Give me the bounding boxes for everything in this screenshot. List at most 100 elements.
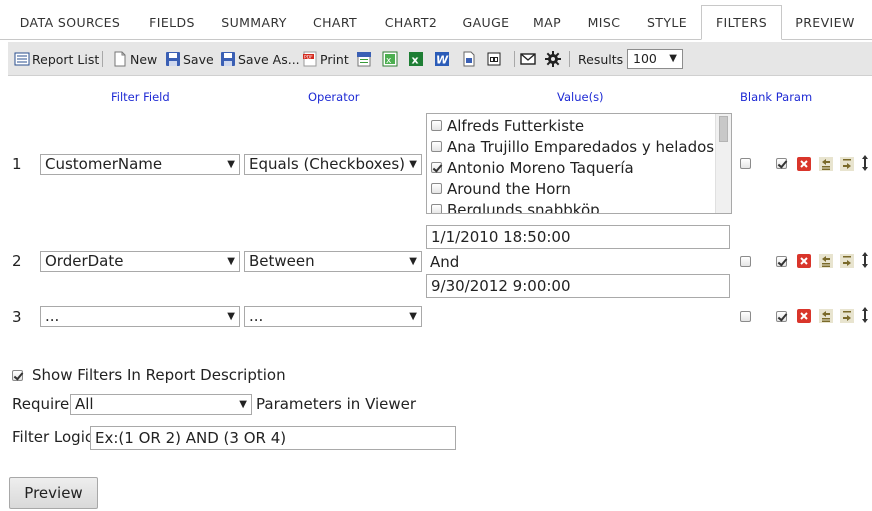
save-as-label: Save As... [238, 51, 300, 67]
list-item[interactable]: Ana Trujillo Emparedados y helados [431, 136, 714, 157]
tab-preview[interactable]: PREVIEW [785, 6, 865, 39]
new-label: New [130, 51, 158, 67]
delete-icon[interactable] [797, 253, 811, 268]
tab-filters[interactable]: FILTERS [701, 5, 782, 40]
tab-fields[interactable]: FIELDS [138, 6, 206, 39]
csv-export-icon: x [382, 51, 398, 67]
tab-gauge[interactable]: GAUGE [454, 6, 518, 39]
export-word-button[interactable]: W [434, 50, 452, 68]
save-label: Save [183, 51, 214, 67]
header-values: Value(s) [557, 90, 604, 104]
end-value-input[interactable]: 9/30/2012 9:00:00 [426, 274, 730, 298]
save-icon [165, 51, 181, 67]
operator-select[interactable]: ... ▼ [244, 306, 422, 327]
require-select[interactable]: All ▼ [70, 394, 252, 415]
move-up-icon[interactable] [819, 253, 833, 268]
export-html-button[interactable] [356, 50, 374, 68]
filter-field-value: ... [45, 307, 60, 325]
enabled-checkbox[interactable] [776, 311, 787, 322]
header-blank-param: Blank Param [740, 90, 813, 104]
save-as-icon [220, 51, 236, 67]
drag-handle-icon[interactable] [860, 306, 870, 324]
list-item[interactable]: Alfreds Futterkiste [431, 115, 584, 136]
tab-misc[interactable]: MISC [578, 6, 630, 39]
move-down-icon[interactable] [840, 308, 854, 323]
email-button[interactable] [520, 50, 538, 68]
checkbox[interactable] [431, 162, 442, 173]
document-export-icon [461, 51, 477, 67]
settings-button[interactable] [545, 50, 563, 68]
tab-map[interactable]: MAP [524, 6, 570, 39]
tab-summary[interactable]: SUMMARY [213, 6, 295, 39]
new-button[interactable]: New [112, 50, 157, 68]
list-item[interactable]: Berglunds snabbköp [431, 199, 600, 214]
tab-chart2[interactable]: CHART2 [374, 6, 448, 39]
chevron-down-icon: ▼ [225, 252, 235, 271]
export-xml-button[interactable] [461, 50, 479, 68]
enabled-checkbox[interactable] [776, 158, 787, 169]
delete-icon[interactable] [797, 156, 811, 171]
filter-field-select[interactable]: CustomerName ▼ [40, 154, 240, 175]
list-item-label: Berglunds snabbköp [447, 200, 600, 214]
operator-select[interactable]: Equals (Checkboxes) ▼ [244, 154, 422, 175]
enabled-checkbox[interactable] [776, 256, 787, 267]
move-up-icon[interactable] [819, 156, 833, 171]
filter-logic-input[interactable]: Ex:(1 OR 2) AND (3 OR 4) [90, 426, 456, 450]
chevron-down-icon: ▼ [407, 252, 417, 271]
list-item-label: Antonio Moreno Taquería [447, 158, 634, 177]
value-checkbox-list[interactable]: Alfreds Futterkiste Ana Trujillo Empared… [426, 113, 732, 214]
filter-row-number: 3 [12, 308, 22, 326]
export-csv-button[interactable]: x [382, 50, 400, 68]
scrollbar-thumb[interactable] [719, 116, 728, 142]
toolbar: Report List New Save Save As... PDF Prin… [8, 42, 872, 76]
require-suffix: Parameters in Viewer [256, 395, 417, 413]
filter-field-select[interactable]: OrderDate ▼ [40, 251, 240, 272]
show-filters-label: Show Filters In Report Description [32, 366, 286, 384]
chevron-down-icon: ▼ [237, 395, 247, 414]
move-up-icon[interactable] [819, 308, 833, 323]
tab-chart[interactable]: CHART [304, 6, 366, 39]
list-item-label: Alfreds Futterkiste [447, 116, 585, 135]
header-operator: Operator [308, 90, 360, 104]
blank-param-checkbox[interactable] [740, 158, 751, 169]
chevron-down-icon: ▼ [407, 307, 417, 326]
show-filters-checkbox[interactable] [12, 370, 23, 381]
operator-select[interactable]: Between ▼ [244, 251, 422, 272]
toolbar-divider [569, 51, 570, 67]
export-excel-button[interactable]: x [408, 50, 426, 68]
word-icon: W [434, 51, 450, 67]
filter-field-select[interactable]: ... ▼ [40, 306, 240, 327]
chevron-down-icon: ▼ [225, 307, 235, 326]
list-item[interactable]: Around the Horn [431, 178, 571, 199]
move-down-icon[interactable] [840, 156, 854, 171]
print-button[interactable]: PDF Print [302, 50, 349, 68]
drag-handle-icon[interactable] [860, 154, 870, 172]
start-value-input[interactable]: 1/1/2010 18:50:00 [426, 225, 730, 249]
blank-param-checkbox[interactable] [740, 311, 751, 322]
move-down-icon[interactable] [840, 253, 854, 268]
gear-icon [545, 51, 561, 67]
header-filter-field: Filter Field [111, 90, 170, 104]
save-button[interactable]: Save [165, 50, 214, 68]
scrollbar[interactable] [715, 114, 731, 213]
preview-button[interactable]: Preview [9, 477, 98, 509]
blank-param-checkbox[interactable] [740, 256, 751, 267]
export-text-button[interactable] [486, 50, 504, 68]
list-item-label: Ana Trujillo Emparedados y helados [447, 137, 715, 156]
list-item[interactable]: Antonio Moreno Taquería [431, 157, 634, 178]
checkbox[interactable] [431, 183, 442, 194]
checkbox[interactable] [431, 141, 442, 152]
save-as-button[interactable]: Save As... [220, 50, 300, 68]
chevron-down-icon: ▼ [669, 53, 677, 64]
report-list-button[interactable]: Report List [14, 50, 99, 68]
tab-style[interactable]: STYLE [637, 6, 697, 39]
delete-icon[interactable] [797, 308, 811, 323]
checkbox[interactable] [431, 204, 442, 213]
results-select[interactable]: 100 ▼ [627, 49, 683, 69]
tab-data-sources[interactable]: DATA SOURCES [11, 6, 129, 39]
checkbox[interactable] [431, 120, 442, 131]
drag-handle-icon[interactable] [860, 251, 870, 269]
report-list-label: Report List [32, 51, 100, 67]
pdf-print-icon: PDF [302, 51, 318, 67]
print-label: Print [320, 51, 349, 67]
